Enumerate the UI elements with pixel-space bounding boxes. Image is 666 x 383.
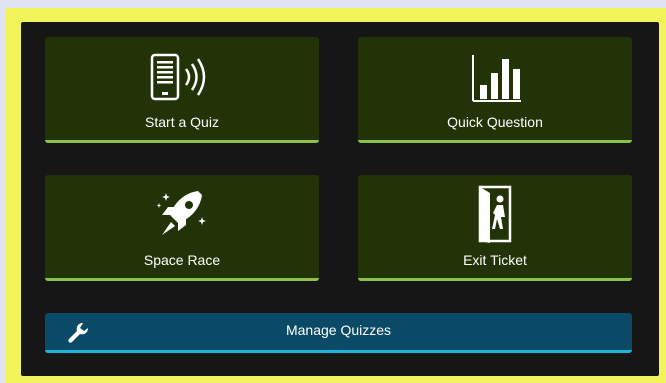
activity-panel: Start a Quiz Quick Question Space Race E…	[21, 22, 659, 376]
highlight-frame: Start a Quiz Quick Question Space Race E…	[6, 8, 666, 383]
tablet-broadcast-icon	[150, 53, 206, 101]
quick-question-button[interactable]: Quick Question	[358, 37, 632, 143]
start-quiz-button[interactable]: Start a Quiz	[45, 37, 319, 143]
space-race-label: Space Race	[143, 252, 221, 268]
space-race-button[interactable]: Space Race	[45, 175, 319, 281]
exit-door-icon	[478, 185, 512, 243]
start-quiz-label: Start a Quiz	[145, 114, 219, 130]
exit-ticket-button[interactable]: Exit Ticket	[358, 175, 632, 281]
manage-quizzes-label: Manage Quizzes	[285, 322, 392, 338]
quick-question-label: Quick Question	[447, 114, 543, 130]
exit-ticket-label: Exit Ticket	[463, 252, 527, 268]
manage-quizzes-button[interactable]: Manage Quizzes	[45, 313, 632, 353]
bar-chart-icon	[472, 55, 521, 102]
rocket-icon	[156, 191, 206, 235]
